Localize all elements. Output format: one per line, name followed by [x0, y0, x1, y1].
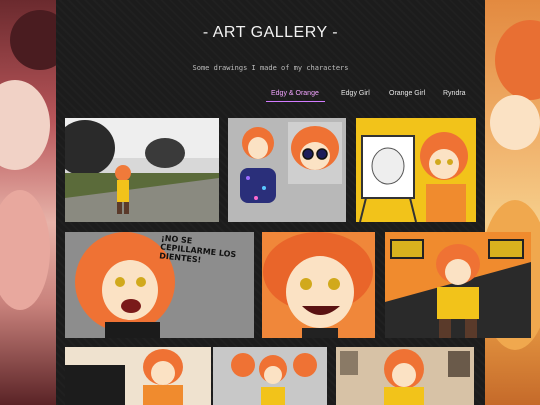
tab-orange-girl[interactable]: Orange Girl [389, 90, 425, 97]
artwork-thumbnail-sitting-pose[interactable] [65, 347, 211, 405]
gallery-panel: - ART GALLERY - Some drawings I made of … [56, 0, 531, 405]
page-subtitle: Some drawings I made of my characters [192, 64, 349, 72]
page-title: - ART GALLERY - [202, 24, 339, 41]
artwork-thumbnail-toothbrush-shout[interactable]: ¡NO SE CEPILLARME LOS DIENTES! [65, 232, 254, 338]
artwork-thumbnail-dual-pistols[interactable] [385, 232, 531, 338]
tab-edgy-and-orange[interactable]: Edgy & Orange [271, 90, 319, 97]
artwork-thumbnail-grin-closeup[interactable] [262, 232, 375, 338]
artwork-thumbnail-sketch-sheet[interactable] [213, 347, 327, 405]
tab-ryndra[interactable]: Ryndra [443, 90, 466, 97]
artwork-thumbnail-peace-sign[interactable] [336, 347, 474, 405]
artwork-thumbnail-easel-portrait[interactable] [356, 118, 476, 222]
artwork-thumbnail-galaxy-sweater[interactable] [228, 118, 346, 222]
tab-edgy-girl[interactable]: Edgy Girl [341, 90, 370, 97]
artwork-thumbnail-park-photo[interactable] [65, 118, 219, 222]
background-art-right [485, 0, 540, 405]
active-tab-indicator [266, 101, 325, 102]
background-art-left [0, 0, 56, 405]
